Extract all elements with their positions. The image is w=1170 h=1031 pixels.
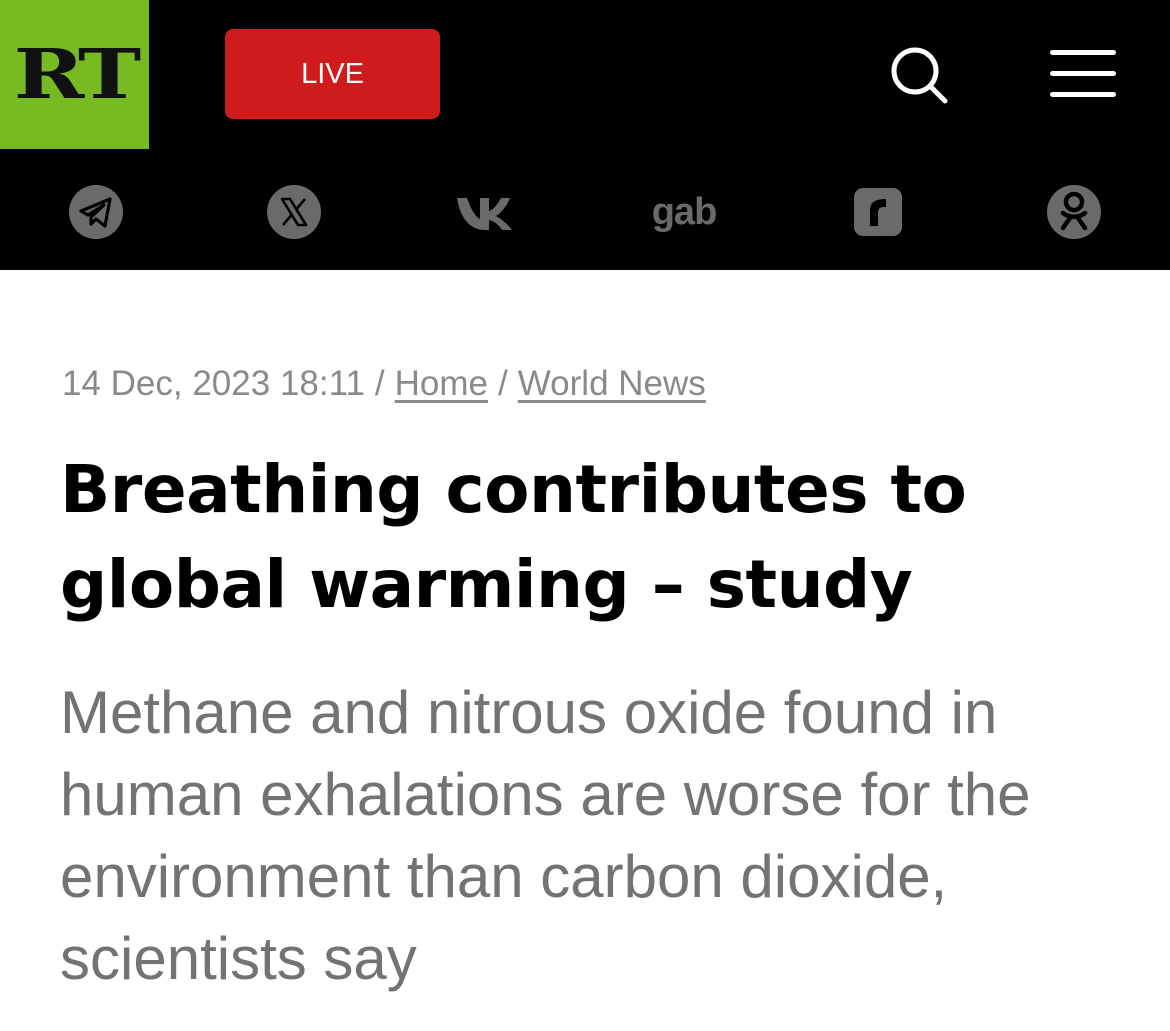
article-meta: 14 Dec, 2023 18:11/Home / World News [62, 364, 706, 404]
rt-logo[interactable]: RT [0, 0, 149, 149]
site-header: RT LIVE gab [0, 0, 1170, 270]
search-icon[interactable] [886, 42, 950, 106]
live-button[interactable]: LIVE [225, 29, 440, 119]
publish-timestamp: 14 Dec, 2023 18:11 [62, 364, 365, 403]
breadcrumb-separator: / [498, 364, 508, 403]
hamburger-menu-icon[interactable] [1046, 48, 1120, 100]
article-title: Breathing contributes to global warming … [60, 451, 967, 623]
gab-label: gab [651, 190, 718, 233]
article-summary: Methane and nitrous oxide found in human… [60, 679, 1031, 992]
gab-icon[interactable]: gab [640, 184, 728, 240]
rumble-icon[interactable] [852, 184, 904, 240]
x-icon[interactable] [266, 184, 322, 240]
breadcrumb-separator: / [374, 364, 385, 403]
breadcrumb-world-news-link[interactable]: World News [518, 364, 706, 403]
telegram-icon[interactable] [68, 184, 124, 240]
breadcrumb-home-link[interactable]: Home [395, 364, 488, 403]
odnoklassniki-icon[interactable] [1046, 184, 1102, 240]
vk-icon[interactable] [455, 184, 521, 240]
rt-logo-text: RT [13, 34, 140, 115]
